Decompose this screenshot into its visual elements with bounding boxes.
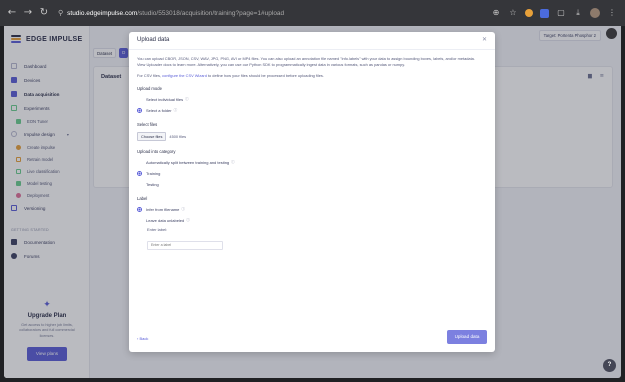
radio-training[interactable]: Training — [137, 169, 487, 177]
help-icon[interactable]: ? — [603, 359, 616, 372]
intro-text: You can upload CBOR, JSON, CSV, WAV, JPG… — [137, 56, 475, 67]
browser-toolbar: ← → ↻ ⚲ studio.edgeimpulse.com/studio/55… — [0, 0, 625, 26]
file-picker: Choose files 4500 files — [137, 132, 487, 142]
upload-data-modal: Upload data ✕ You can upload CBOR, JSON,… — [129, 32, 495, 352]
csv-prefix: For CSV files, — [137, 73, 161, 79]
info-icon[interactable]: ⓘ — [174, 108, 178, 113]
radio-label: Infer from filename — [146, 206, 180, 212]
profile-avatar[interactable] — [590, 8, 600, 18]
radio-individual-files[interactable]: Select individual files ⓘ — [137, 95, 487, 103]
choose-files-button[interactable]: Choose files — [137, 132, 167, 142]
csv-wizard-link[interactable]: configure the CSV Wizard — [162, 73, 207, 78]
upload-mode-label: Upload mode — [137, 86, 162, 92]
star-icon[interactable]: ☆ — [508, 8, 518, 18]
extension-icon[interactable] — [525, 9, 533, 17]
forward-icon[interactable]: → — [22, 7, 34, 19]
site-info-icon[interactable]: ⚲ — [58, 9, 63, 17]
radio-leave-unlabeled[interactable]: Leave data unlabeled ⓘ — [137, 216, 487, 224]
modal-header: Upload data ✕ — [129, 32, 495, 50]
radio-button[interactable] — [137, 217, 142, 223]
radio-label: Select a folder — [146, 107, 172, 113]
info-icon[interactable]: ⓘ — [181, 207, 185, 212]
close-icon[interactable]: ✕ — [482, 36, 487, 43]
files-count: 4500 files — [169, 134, 187, 140]
radio-infer-filename[interactable]: Infer from filename ⓘ — [137, 205, 487, 213]
reload-icon[interactable]: ↻ — [38, 7, 50, 19]
radio-button[interactable] — [137, 159, 142, 165]
label-input[interactable] — [147, 240, 223, 250]
back-link[interactable]: ‹ Back — [137, 336, 148, 341]
radio-auto-split[interactable]: Automatically split between training and… — [137, 158, 487, 166]
extension-icon[interactable] — [540, 8, 549, 18]
modal-body: You can upload CBOR, JSON, CSV, WAV, JPG… — [129, 50, 495, 251]
radio-label: Testing — [146, 181, 159, 187]
radio-label: Automatically split between training and… — [146, 159, 230, 165]
radio-label: Leave data unlabeled — [146, 217, 185, 223]
radio-label: Training — [146, 170, 161, 176]
url-host: studio.edgeimpulse.com — [67, 9, 138, 17]
radio-testing[interactable]: Testing — [137, 180, 487, 188]
info-icon[interactable]: ⓘ — [231, 160, 235, 165]
radio-button[interactable] — [137, 206, 142, 212]
radio-button[interactable] — [137, 170, 142, 176]
category-label: Upload into category — [137, 149, 176, 155]
extensions-icon[interactable]: ▢ — [556, 8, 566, 18]
label-section-label: Label — [137, 196, 148, 202]
url-path: /studio/553018/acquisition/training?page… — [137, 9, 285, 17]
modal-footer: ‹ Back Upload data — [129, 326, 495, 352]
address-bar[interactable]: ⚲ studio.edgeimpulse.com/studio/553018/a… — [58, 5, 491, 21]
csv-info: For CSV files, configure the CSV Wizard … — [137, 73, 487, 78]
radio-button[interactable] — [137, 96, 142, 102]
select-files-label: Select files — [137, 122, 158, 128]
upload-data-button[interactable]: Upload data — [447, 330, 487, 344]
zoom-icon[interactable]: ⊕ — [491, 8, 501, 18]
download-icon[interactable]: ⤓ — [573, 8, 583, 18]
info-icon[interactable]: ⓘ — [186, 218, 190, 223]
info-icon[interactable]: ⓘ — [185, 97, 189, 102]
menu-icon[interactable]: ⋮ — [607, 8, 617, 18]
back-icon[interactable]: ← — [6, 7, 18, 19]
enter-label-text: Enter label: — [147, 227, 168, 233]
radio-button[interactable] — [137, 107, 142, 113]
radio-label: Select individual files — [146, 96, 184, 102]
radio-button[interactable] — [137, 181, 142, 187]
csv-suffix: to define how your files should be proce… — [207, 73, 324, 79]
radio-select-folder[interactable]: Select a folder ⓘ — [137, 106, 487, 114]
modal-title: Upload data — [137, 37, 170, 43]
